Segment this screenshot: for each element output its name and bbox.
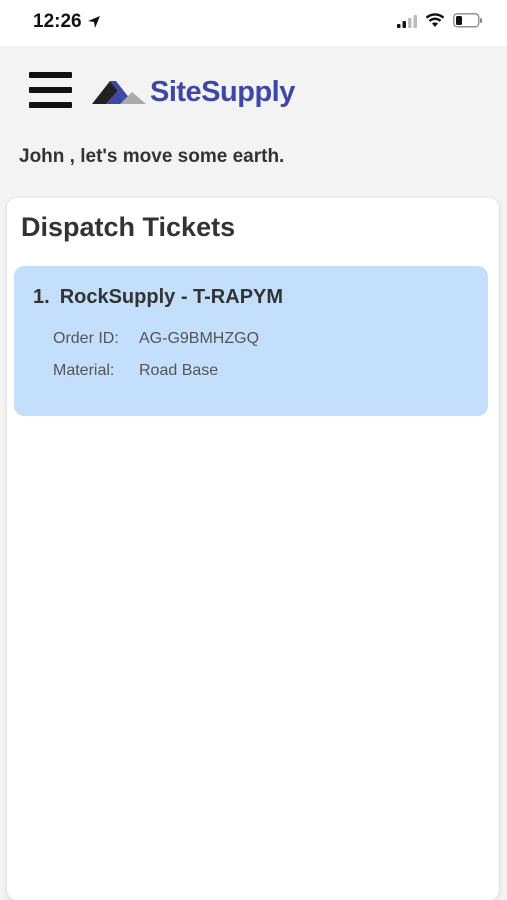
battery-icon bbox=[453, 13, 482, 28]
cellular-signal-icon bbox=[397, 14, 417, 28]
material-row: Material: Road Base bbox=[53, 362, 218, 380]
material-label: Material: bbox=[53, 362, 115, 379]
menu-bar bbox=[29, 102, 72, 108]
dispatch-tickets-card: Dispatch Tickets 1. RockSupply - T-RAPYM … bbox=[7, 198, 499, 900]
order-id-label: Order ID: bbox=[53, 330, 119, 347]
mountain-logo-icon bbox=[92, 81, 146, 104]
ticket-number: 1. bbox=[33, 286, 50, 308]
greeting-text: John , let's move some earth. bbox=[19, 146, 285, 167]
menu-bar bbox=[29, 72, 72, 78]
status-time-text: 12:26 bbox=[33, 11, 82, 32]
ticket-item[interactable]: 1. RockSupply - T-RAPYM Order ID: AG-G9BM… bbox=[14, 266, 488, 416]
brand-name: SiteSupply bbox=[150, 75, 295, 108]
order-id-row: Order ID: AG-G9BMHZGQ bbox=[53, 330, 259, 348]
location-arrow-icon bbox=[87, 16, 100, 28]
status-icons bbox=[397, 13, 483, 28]
hamburger-menu-button[interactable] bbox=[29, 72, 72, 108]
status-bar: 12:26 bbox=[0, 0, 507, 46]
brand-logo: SiteSupply bbox=[92, 72, 295, 112]
wifi-icon bbox=[425, 13, 445, 27]
menu-bar bbox=[29, 87, 72, 93]
app-header: SiteSupply bbox=[0, 46, 507, 126]
order-id-value: AG-G9BMHZGQ bbox=[139, 330, 260, 347]
ticket-title: 1. RockSupply - T-RAPYM bbox=[33, 286, 283, 309]
ticket-name: RockSupply - T-RAPYM bbox=[59, 286, 284, 308]
section-title: Dispatch Tickets bbox=[21, 212, 236, 242]
status-time: 12:26 bbox=[33, 11, 101, 33]
material-value: Road Base bbox=[139, 362, 219, 379]
